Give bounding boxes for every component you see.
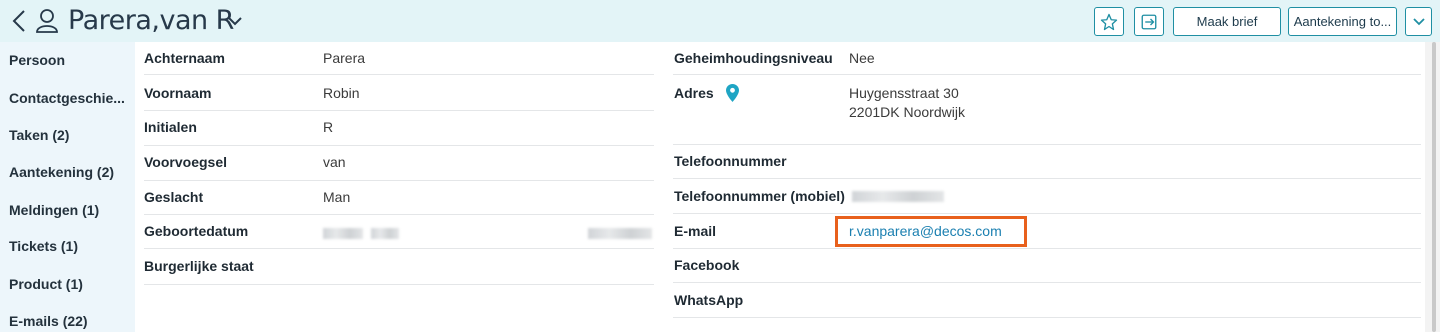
field-label-geheimhoudingsniveau: Geheimhoudingsniveau bbox=[674, 50, 833, 66]
redacted-age bbox=[588, 228, 652, 239]
field-value-voorvoegsel: van bbox=[323, 154, 346, 170]
field-label-burgerlijke-staat: Burgerlijke staat bbox=[144, 258, 254, 274]
redacted-birthdate bbox=[371, 228, 399, 239]
field-label-telefoonnummer-mobiel: Telefoonnummer (mobiel) bbox=[674, 188, 845, 204]
field-label-voorvoegsel: Voorvoegsel bbox=[144, 154, 227, 170]
field-label-geboortedatum: Geboortedatum bbox=[144, 223, 249, 239]
record-header: Parera,van R Maak brief Aantekening to..… bbox=[0, 0, 1440, 42]
field-label-facebook: Facebook bbox=[674, 257, 740, 273]
row-divider bbox=[673, 75, 1421, 145]
sidebar-item-contactgeschiedenis[interactable]: Contactgeschie... bbox=[9, 90, 125, 106]
exit-button[interactable] bbox=[1134, 7, 1164, 36]
field-label-whatsapp: WhatsApp bbox=[674, 292, 744, 308]
sidebar-item-meldingen[interactable]: Meldingen (1) bbox=[9, 202, 99, 218]
favorite-button[interactable] bbox=[1094, 7, 1124, 36]
field-value-geheimhoudingsniveau: Nee bbox=[849, 50, 875, 66]
row-divider bbox=[144, 111, 654, 146]
row-divider bbox=[144, 181, 654, 215]
redacted-birthdate bbox=[323, 228, 363, 239]
row-divider bbox=[673, 283, 1421, 318]
row-divider bbox=[673, 249, 1421, 283]
field-label-initialen: Initialen bbox=[144, 119, 197, 135]
star-icon bbox=[1100, 13, 1118, 30]
field-label-geslacht: Geslacht bbox=[144, 189, 204, 205]
title-chevron-down-icon[interactable] bbox=[226, 12, 244, 30]
map-pin-icon[interactable] bbox=[726, 84, 739, 102]
sidebar-item-persoon[interactable]: Persoon bbox=[9, 52, 65, 68]
redacted-mobile-number bbox=[852, 191, 944, 202]
exit-icon bbox=[1141, 14, 1157, 29]
email-highlight-box bbox=[835, 216, 1027, 247]
more-actions-button[interactable] bbox=[1405, 7, 1432, 36]
scrollbar-thumb[interactable] bbox=[1432, 42, 1436, 332]
aantekening-button[interactable]: Aantekening to... bbox=[1288, 7, 1397, 36]
sidebar-item-taken[interactable]: Taken (2) bbox=[9, 127, 69, 143]
back-chevron-left-icon[interactable] bbox=[10, 8, 28, 34]
field-label-achternaam: Achternaam bbox=[144, 50, 225, 66]
field-value-achternaam: Parera bbox=[323, 50, 366, 66]
field-value-adres-street: Huygensstraat 30 bbox=[849, 85, 959, 101]
field-label-email: E-mail bbox=[674, 223, 717, 239]
sidebar-item-product[interactable]: Product (1) bbox=[9, 276, 83, 292]
field-value-initialen: R bbox=[323, 119, 334, 135]
field-value-voornaam: Robin bbox=[323, 85, 360, 101]
row-divider bbox=[144, 75, 654, 111]
sidebar: Persoon Contactgeschie... Taken (2) Aant… bbox=[0, 42, 135, 332]
row-divider bbox=[673, 214, 1421, 249]
sidebar-item-emails[interactable]: E-mails (22) bbox=[9, 313, 88, 329]
field-value-adres-city: 2201DK Noordwijk bbox=[849, 104, 965, 120]
chevron-down-icon bbox=[1412, 17, 1425, 25]
field-value-geslacht: Man bbox=[323, 189, 351, 205]
sidebar-item-aantekening[interactable]: Aantekening (2) bbox=[9, 164, 114, 180]
maak-brief-button[interactable]: Maak brief bbox=[1173, 7, 1281, 36]
field-label-telefoonnummer: Telefoonnummer bbox=[674, 153, 787, 169]
field-label-adres: Adres bbox=[674, 85, 714, 101]
sidebar-item-tickets[interactable]: Tickets (1) bbox=[9, 238, 78, 254]
field-label-voornaam: Voornaam bbox=[144, 85, 212, 101]
page-title: Parera,van R bbox=[68, 5, 234, 36]
person-icon bbox=[36, 9, 58, 33]
